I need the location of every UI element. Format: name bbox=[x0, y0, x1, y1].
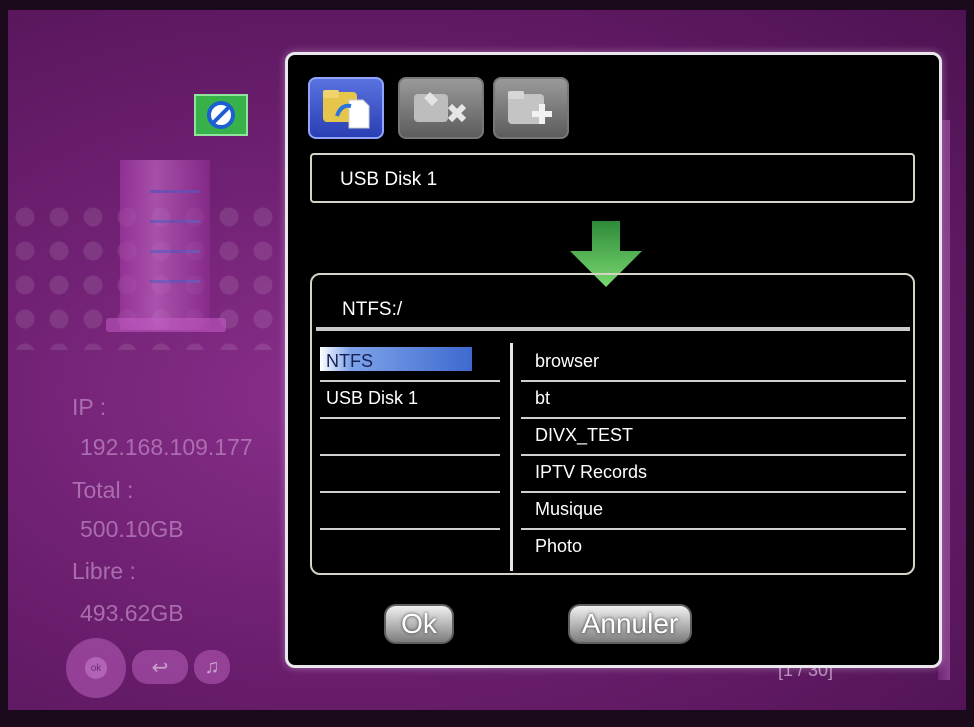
device-item[interactable] bbox=[320, 419, 500, 456]
folder-label: IPTV Records bbox=[535, 462, 648, 482]
dpad-icon: ok bbox=[66, 638, 126, 698]
folder-label: browser bbox=[535, 351, 600, 371]
destination-path: NTFS:/ bbox=[342, 299, 403, 320]
device-item[interactable]: USB Disk 1 bbox=[320, 382, 500, 419]
ok-button[interactable]: Ok bbox=[384, 604, 454, 644]
folder-label: Photo bbox=[535, 536, 583, 556]
no-entry-icon bbox=[194, 94, 248, 136]
music-icon: ♫ bbox=[194, 650, 230, 684]
free-value: 493.62GB bbox=[80, 600, 184, 626]
total-label: Total : bbox=[72, 477, 134, 503]
folder-label: DIVX_TEST bbox=[535, 425, 634, 445]
ok-center: ok bbox=[85, 657, 107, 679]
device-label: NTFS bbox=[326, 351, 373, 371]
free-label: Libre : bbox=[72, 558, 136, 584]
folder-item[interactable]: browser bbox=[521, 345, 906, 382]
server-base bbox=[106, 318, 226, 332]
folder-item[interactable]: Photo bbox=[521, 530, 906, 567]
destination-browser: NTFS:/ NTFS USB Disk 1 browser bt DIVX_T… bbox=[310, 273, 915, 575]
total-value: 500.10GB bbox=[80, 516, 184, 542]
ip-value: 192.168.109.177 bbox=[80, 434, 253, 460]
copy-tool-button[interactable] bbox=[308, 77, 384, 139]
path-divider bbox=[316, 327, 910, 331]
device-list: NTFS USB Disk 1 bbox=[320, 345, 500, 530]
ip-label: IP : bbox=[72, 394, 107, 420]
list-divider bbox=[510, 343, 513, 571]
source-field[interactable]: USB Disk 1 bbox=[310, 153, 915, 203]
folder-label: bt bbox=[535, 388, 551, 408]
folder-list: browser bt DIVX_TEST IPTV Records Musiqu… bbox=[521, 345, 906, 567]
device-item[interactable] bbox=[320, 493, 500, 530]
folder-item[interactable]: Musique bbox=[521, 493, 906, 530]
cancel-button[interactable]: Annuler bbox=[568, 604, 692, 644]
folder-label: Musique bbox=[535, 499, 604, 519]
return-icon: ↩ bbox=[132, 650, 188, 684]
copy-files-icon bbox=[323, 90, 370, 129]
delete-files-icon bbox=[414, 92, 467, 123]
new-folder-icon bbox=[508, 91, 552, 124]
folder-item[interactable]: DIVX_TEST bbox=[521, 419, 906, 456]
folder-item[interactable]: IPTV Records bbox=[521, 456, 906, 493]
device-item[interactable] bbox=[320, 456, 500, 493]
copy-dialog: USB Disk 1 NTFS:/ NTFS USB Disk 1 browse… bbox=[285, 52, 942, 668]
device-item[interactable]: NTFS bbox=[320, 345, 500, 382]
device-label: USB Disk 1 bbox=[326, 388, 419, 408]
server-icon bbox=[120, 160, 210, 330]
delete-tool-button[interactable] bbox=[398, 77, 484, 139]
folder-item[interactable]: bt bbox=[521, 382, 906, 419]
new-folder-tool-button[interactable] bbox=[493, 77, 569, 139]
